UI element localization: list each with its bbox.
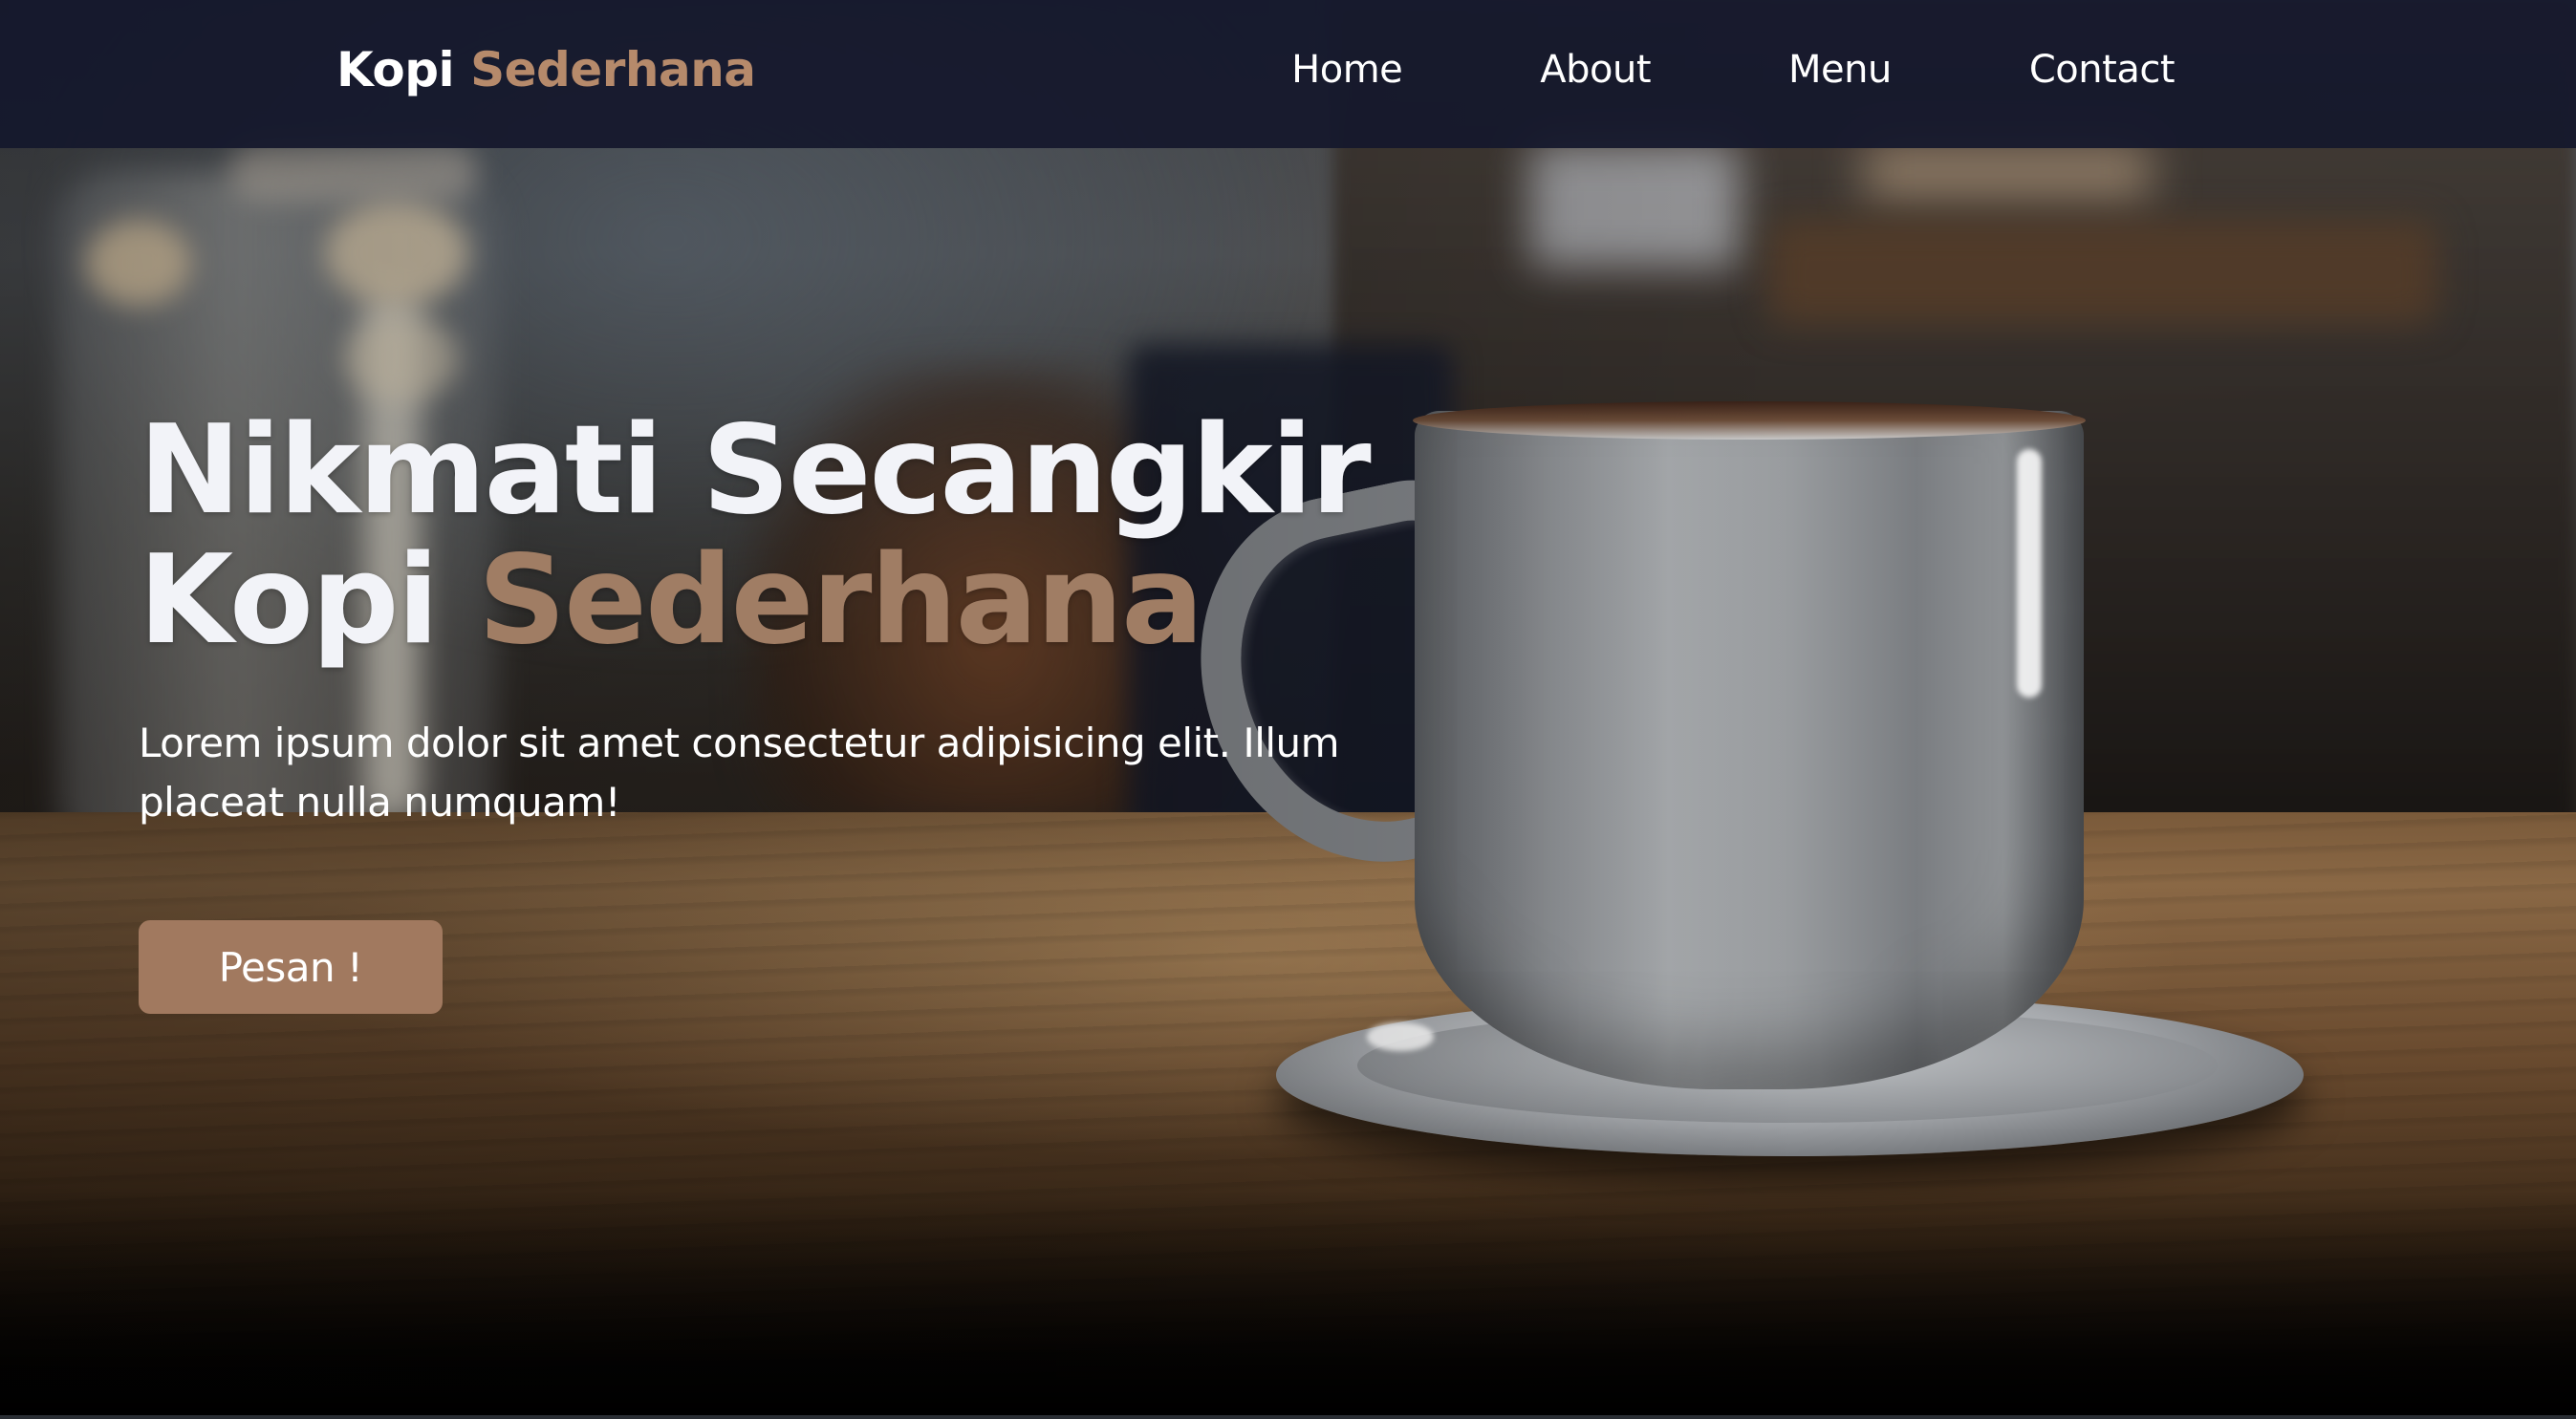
order-button[interactable]: Pesan ! — [139, 920, 443, 1014]
hero-title-primary: Kopi — [139, 529, 439, 672]
page-bottom-divider — [0, 1415, 2576, 1419]
hero-description: Lorem ipsum dolor sit amet consectetur a… — [139, 720, 1340, 826]
hero-title-line1: Nikmati Secangkir — [139, 399, 1372, 542]
nav-links: Home About Menu Contact — [1291, 48, 2175, 92]
nav-link-contact[interactable]: Contact — [2029, 48, 2176, 92]
hero-section: Nikmati Secangkir Kopi Sederhana Lorem i… — [139, 406, 1477, 1014]
hero-title: Nikmati Secangkir Kopi Sederhana — [139, 406, 1477, 666]
navbar: Kopi Sederhana Home About Menu Contact — [0, 0, 2576, 148]
hero-title-accent: Sederhana — [477, 529, 1204, 672]
brand-primary: Kopi — [336, 42, 455, 97]
nav-link-home[interactable]: Home — [1291, 48, 1403, 92]
brand-accent: Sederhana — [470, 42, 756, 97]
landing-page: Kopi Sederhana Home About Menu Contact N… — [0, 0, 2576, 1419]
nav-link-menu[interactable]: Menu — [1788, 48, 1892, 92]
nav-link-about[interactable]: About — [1540, 48, 1651, 92]
brand-logo[interactable]: Kopi Sederhana — [336, 42, 756, 97]
